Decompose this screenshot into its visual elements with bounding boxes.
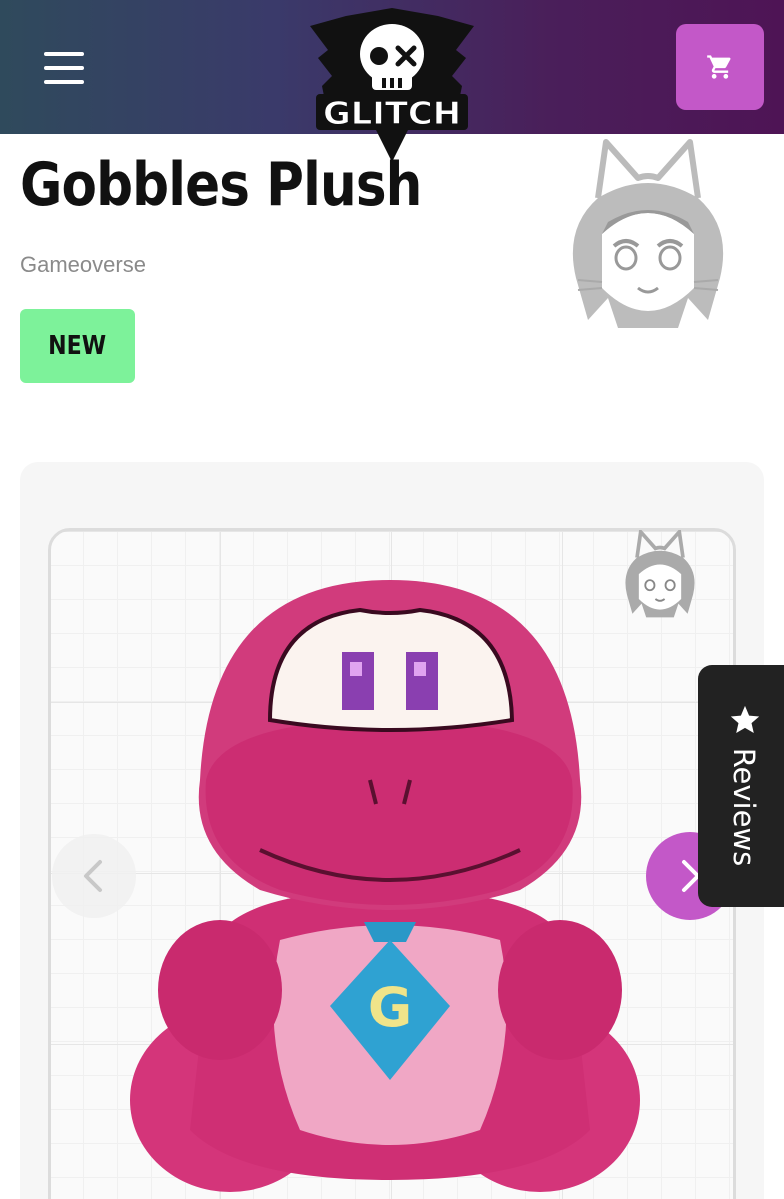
hamburger-menu-icon[interactable] [38,48,90,88]
reviews-label: Reviews [727,747,761,867]
plush-monogram: G [368,976,412,1039]
shopping-cart-icon [707,55,731,79]
glitch-logo[interactable]: GLITCH [306,6,478,162]
badge-label: NEW [48,331,107,361]
cart-button[interactable] [676,24,764,110]
pink-plush-product-photo: G [130,580,640,1192]
reviews-tab[interactable]: Reviews [698,665,784,907]
product-brand[interactable]: Gameoverse [20,252,146,278]
new-badge: NEW [20,309,135,383]
mascot-cat-girl-icon [572,139,724,328]
chevron-left-icon [84,860,102,892]
logo-text: GLITCH [323,96,461,132]
previous-image-button[interactable] [52,834,136,918]
star-icon [730,705,760,734]
